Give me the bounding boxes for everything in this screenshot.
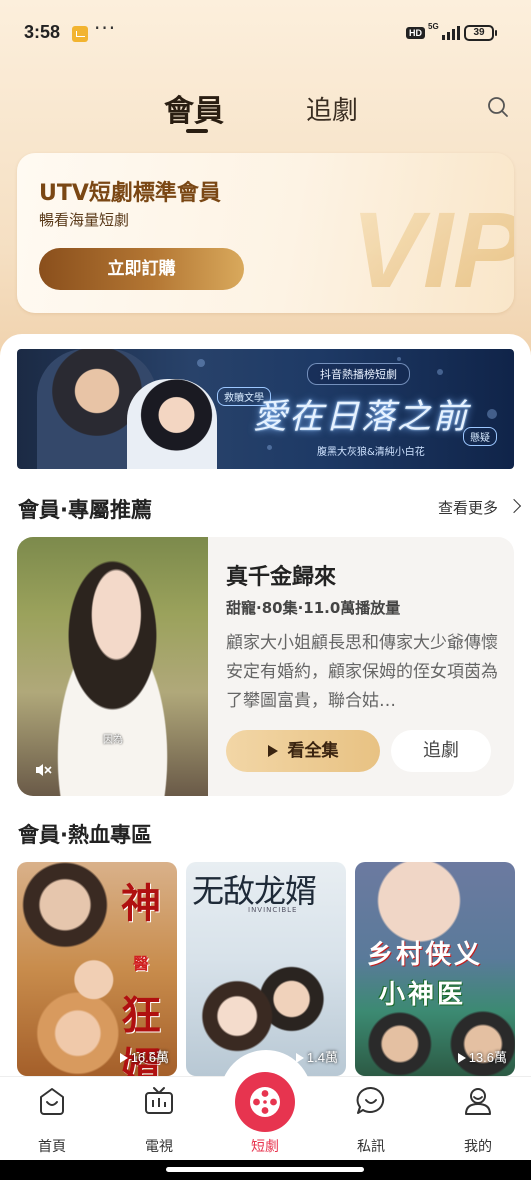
poster-caption: 因為 — [103, 735, 123, 746]
watch-all-label: 看全集 — [287, 741, 339, 761]
nav-me-label: 我的 — [464, 1139, 492, 1155]
status-bar: 3:58 ··· HD 5G 39 — [0, 0, 531, 66]
home-icon — [40, 1088, 64, 1115]
vip-title: UTV短劇標準會員 — [39, 181, 221, 206]
nav-tv[interactable]: 電視 — [124, 1084, 194, 1156]
search-icon[interactable] — [486, 95, 510, 119]
featured-drama-card[interactable]: 因為 真千金歸來 甜寵·80集·11.0萬播放量 顧家大小姐顧長思和傳家大少爺傳… — [17, 537, 514, 796]
nav-me[interactable]: 我的 — [443, 1084, 513, 1156]
home-indicator[interactable] — [166, 1167, 364, 1172]
follow-drama-button[interactable]: 追劇 — [391, 730, 491, 772]
play-count: 16.6萬 — [119, 1047, 169, 1066]
signal-icon: 5G — [428, 22, 460, 42]
network-type: 5G — [428, 22, 439, 31]
status-time: 3:58 — [24, 22, 61, 42]
nav-short-drama-button[interactable] — [235, 1072, 295, 1132]
play-count: 1.4萬 — [295, 1047, 338, 1066]
banner-genre-badge-2: 懸疑 — [463, 427, 497, 446]
poster-subtitle: INVINCIBLE — [248, 906, 298, 914]
banner-tag: 抖音熱播榜短劇 — [307, 363, 410, 385]
tv-icon — [145, 1087, 173, 1114]
poster-card[interactable]: 乡村侠义 小神医 13.6萬 — [355, 862, 515, 1076]
poster-card[interactable]: 神醫狂婿 16.6萬 — [17, 862, 177, 1076]
section-title-hot: 會員·熱血專區 — [18, 823, 152, 847]
promo-banner[interactable]: 抖音熱播榜短劇 救贖文學 愛在日落之前 懸疑 腹黑大灰狼&清純小白花 — [17, 349, 514, 469]
notification-app-icon — [72, 26, 88, 42]
banner-subtitle: 腹黑大灰狼&清純小白花 — [317, 447, 425, 458]
banner-actress-image — [127, 379, 217, 469]
nav-short-drama-label[interactable]: 短劇 — [230, 1136, 300, 1156]
nav-messages[interactable]: 私訊 — [336, 1084, 406, 1156]
message-icon — [356, 1086, 385, 1114]
tab-follow[interactable]: 追劇 — [306, 90, 358, 127]
more-notifications-icon: ··· — [94, 16, 117, 40]
featured-description: 顧家大小姐顧長思和傳家大少爺傳懷安定有婚約，顧家保姆的侄女項茵為了攀圖富貴，聯合… — [226, 633, 498, 711]
profile-icon — [465, 1088, 491, 1115]
tab-member[interactable]: 會員 — [164, 86, 224, 130]
active-tab-indicator — [186, 129, 208, 133]
featured-poster[interactable]: 因為 — [17, 537, 208, 796]
poster-card[interactable]: 无敌龙婿 INVINCIBLE 1.4萬 — [186, 862, 346, 1076]
play-icon — [267, 745, 278, 757]
vip-membership-card[interactable]: UTV短劇標準會員 暢看海量短劇 立即訂購 VIP — [17, 153, 514, 313]
play-count: 13.6萬 — [457, 1047, 507, 1066]
play-icon — [457, 1053, 466, 1063]
svg-text:VIP: VIP — [351, 189, 514, 303]
subscribe-button[interactable]: 立即訂購 — [39, 248, 244, 290]
battery-icon: 39 — [464, 25, 497, 41]
watch-all-button[interactable]: 看全集 — [226, 730, 380, 772]
featured-title: 真千金歸來 — [226, 565, 337, 590]
nav-home[interactable]: 首頁 — [17, 1084, 87, 1156]
film-reel-icon — [250, 1087, 280, 1117]
mute-icon[interactable] — [33, 760, 53, 780]
vip-subtitle: 暢看海量短劇 — [39, 211, 130, 229]
nav-messages-label: 私訊 — [357, 1139, 385, 1155]
featured-meta: 甜寵·80集·11.0萬播放量 — [226, 599, 401, 617]
see-more-link[interactable]: 查看更多 — [438, 497, 498, 518]
poster-title: 乡村侠义 — [367, 940, 484, 970]
poster-title-line2: 小神医 — [379, 980, 467, 1010]
nav-home-label: 首頁 — [38, 1139, 66, 1155]
nav-tv-label: 電視 — [145, 1139, 173, 1155]
vip-logo: VIP — [351, 189, 514, 303]
banner-title: 愛在日落之前 — [253, 397, 469, 437]
play-icon — [119, 1053, 128, 1063]
section-title-exclusive: 會員·專屬推薦 — [18, 498, 152, 522]
hd-voice-badge: HD — [406, 27, 425, 39]
